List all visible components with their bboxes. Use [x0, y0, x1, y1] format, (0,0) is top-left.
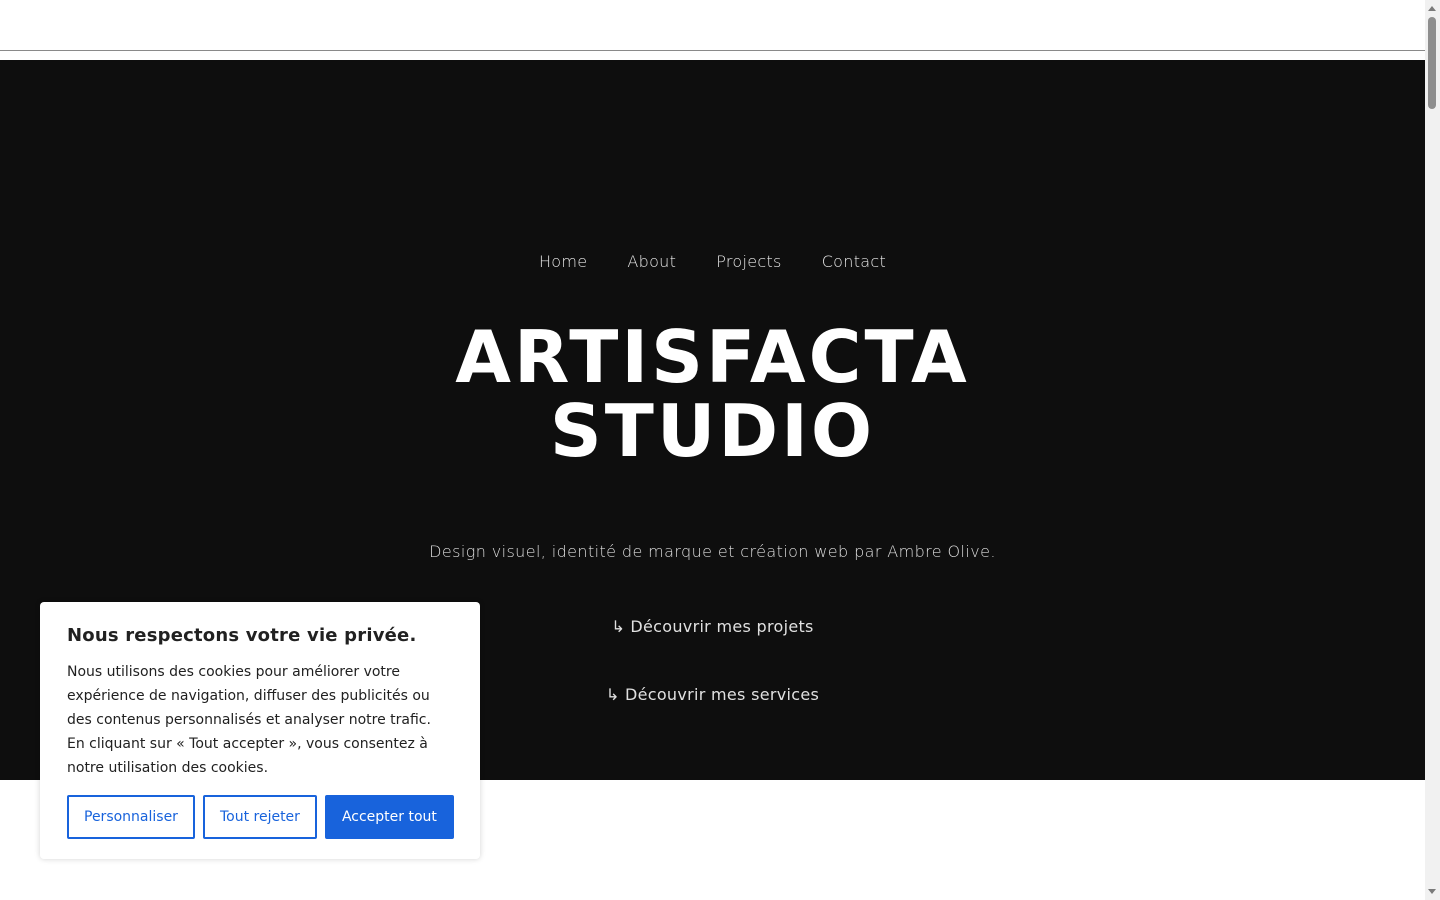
nav-item-home[interactable]: Home — [539, 252, 587, 271]
nav-item-about[interactable]: About — [627, 252, 676, 271]
vertical-scrollbar[interactable] — [1425, 0, 1440, 900]
cookie-buttons: Personnaliser Tout rejeter Accepter tout — [67, 795, 454, 839]
hero-tagline: Design visuel, identité de marque et cré… — [429, 542, 996, 561]
hero-title: ARTISFACTA STUDIO — [0, 320, 1425, 468]
cookie-text: Nous utilisons des cookies pour améliore… — [67, 664, 431, 776]
scroll-up-arrow-icon[interactable] — [1428, 6, 1436, 11]
main-nav: Home About Projects Contact — [0, 252, 1425, 271]
cookie-consent-banner: Nous respectons votre vie privée. Nous u… — [40, 602, 480, 859]
hero-title-line-1: ARTISFACTA — [455, 315, 970, 399]
page: Home About Projects Contact ARTISFACTA S… — [0, 0, 1425, 900]
accept-all-button[interactable]: Accepter tout — [324, 795, 454, 839]
discover-services-link[interactable]: ↳ Découvrir mes services — [606, 685, 819, 704]
scroll-down-arrow-icon[interactable] — [1428, 889, 1436, 894]
hero-title-line-2: STUDIO — [549, 389, 876, 473]
customize-button[interactable]: Personnaliser — [67, 795, 195, 839]
nav-item-projects[interactable]: Projects — [716, 252, 781, 271]
cookie-title: Nous respectons votre vie privée. — [67, 625, 417, 646]
scrollbar-thumb[interactable] — [1428, 17, 1436, 109]
top-bar — [0, 0, 1425, 51]
discover-projects-link[interactable]: ↳ Découvrir mes projets — [611, 617, 813, 636]
reject-all-button[interactable]: Tout rejeter — [202, 795, 317, 839]
nav-item-contact[interactable]: Contact — [822, 252, 886, 271]
